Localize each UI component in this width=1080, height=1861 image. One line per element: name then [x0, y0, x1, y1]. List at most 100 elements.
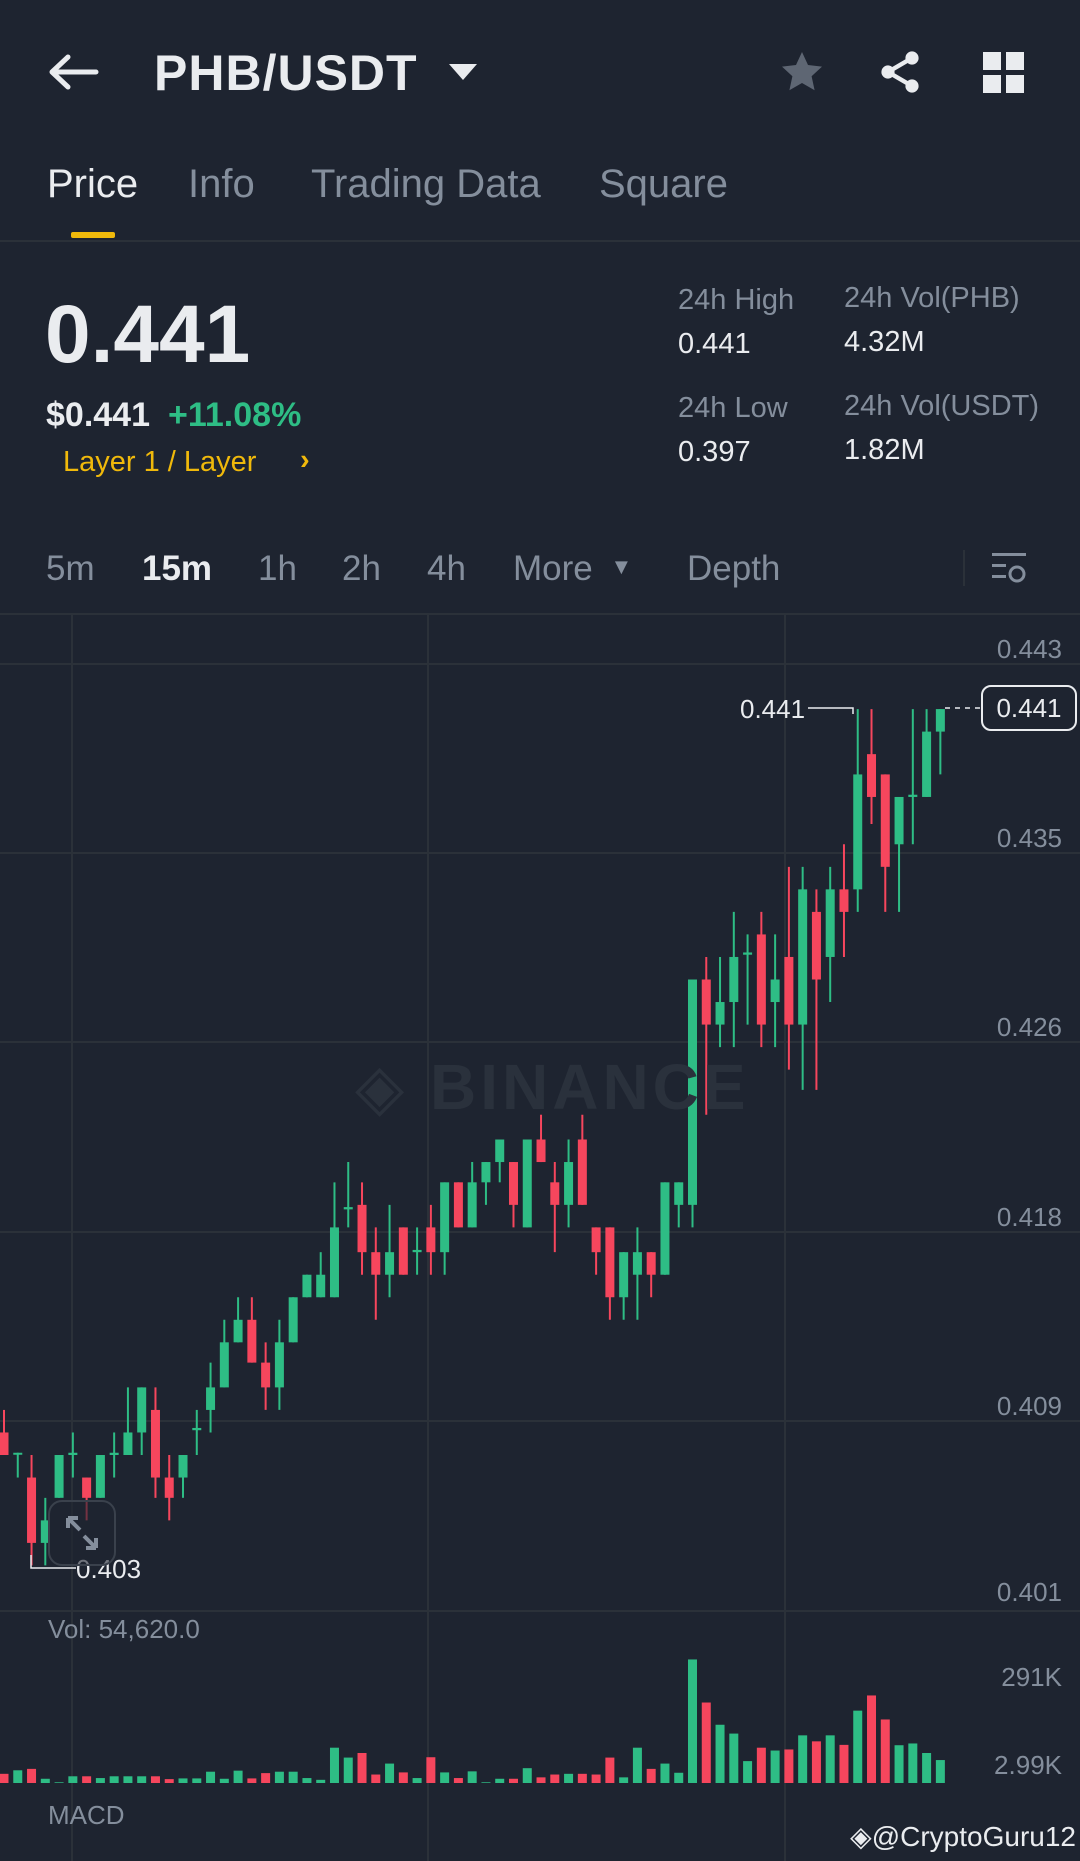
candle-body [82, 1477, 92, 1498]
volume-divider [0, 1610, 1080, 1612]
candle-body [715, 1002, 725, 1025]
volume-bar [68, 1776, 78, 1783]
candle-body [508, 1162, 518, 1205]
volume-bar [343, 1757, 353, 1783]
candle-body [0, 1432, 9, 1456]
candle-body [784, 956, 794, 1025]
volume-bar [688, 1659, 697, 1783]
candle-body [357, 1204, 367, 1253]
candle-body [660, 1182, 670, 1275]
volume-bar [385, 1763, 395, 1783]
y-tick: 0.401 [996, 1577, 1062, 1607]
y-tick: 0.443 [996, 634, 1062, 664]
volume-bar [770, 1750, 780, 1783]
candle-body [426, 1227, 436, 1253]
volume-bar [825, 1735, 835, 1783]
high-marker-label: 0.441 [740, 694, 806, 724]
candle-body [674, 1182, 684, 1205]
volume-bar [674, 1772, 684, 1783]
candle-body [247, 1319, 257, 1363]
volume-bar [756, 1747, 766, 1783]
candle-body [123, 1432, 133, 1456]
candle-body [412, 1249, 422, 1253]
candle-body [233, 1319, 243, 1343]
y-tick: 0.418 [996, 1202, 1062, 1232]
volume-bar [550, 1774, 560, 1783]
volume-bar [701, 1702, 711, 1783]
candle-body [150, 1409, 160, 1478]
volume-bar [743, 1761, 753, 1783]
volume-bar [894, 1745, 904, 1783]
candle-body [701, 979, 711, 1025]
volume-bar [522, 1768, 532, 1783]
candle-body [591, 1227, 601, 1253]
candle-body [770, 979, 780, 1003]
volume-bar [853, 1710, 863, 1783]
volume-bar [577, 1773, 587, 1783]
candle-body [577, 1139, 587, 1205]
candle-body [605, 1227, 615, 1298]
volume-bar [274, 1771, 284, 1783]
volume-bar [426, 1757, 436, 1783]
candle-body [935, 709, 945, 732]
volume-bar [0, 1773, 9, 1783]
volume-bar [729, 1733, 739, 1783]
fullscreen-button[interactable] [48, 1500, 116, 1566]
volume-bar [481, 1782, 491, 1783]
volume-bar [605, 1757, 615, 1783]
volume-bar [453, 1778, 463, 1783]
candle-body [329, 1227, 339, 1298]
candle-body [550, 1182, 560, 1205]
volume-bar [398, 1772, 408, 1783]
volume-bar [150, 1776, 160, 1783]
volume-bar [839, 1744, 849, 1783]
volume-bar [591, 1774, 601, 1783]
volume-bar [867, 1695, 877, 1783]
volume-bar [137, 1776, 147, 1783]
candle-body [385, 1252, 395, 1275]
y-tick: 0.426 [996, 1012, 1062, 1042]
candle-body [839, 889, 849, 912]
volume-bar [192, 1778, 202, 1783]
volume-tick: 2.99K [994, 1750, 1062, 1780]
candle-body [68, 1452, 78, 1456]
candle-body [54, 1455, 64, 1498]
volume-label: Vol: 54,620.0 [48, 1614, 200, 1644]
price-chart[interactable] [0, 0, 1080, 1861]
volume-bar [412, 1778, 422, 1783]
candle-body [178, 1455, 188, 1478]
volume-bar [564, 1773, 574, 1783]
current-price-tag[interactable]: 0.441 [981, 685, 1077, 731]
volume-bar [646, 1768, 656, 1783]
volume-bar [164, 1779, 174, 1783]
volume-bar [316, 1779, 326, 1783]
volume-bar [660, 1763, 670, 1783]
candle-body [495, 1139, 505, 1163]
volume-bar [467, 1771, 477, 1783]
volume-bar [508, 1778, 518, 1783]
volume-bar [123, 1776, 133, 1783]
candle-body [619, 1252, 629, 1298]
candle-body [894, 796, 904, 845]
candle-body [206, 1387, 216, 1410]
candle-body [371, 1252, 381, 1275]
candle-body [95, 1455, 105, 1498]
volume-bar [811, 1741, 821, 1783]
candle-body [137, 1387, 147, 1433]
volume-bar [935, 1760, 945, 1783]
high-marker-line [808, 707, 854, 714]
candle-body [261, 1362, 271, 1388]
volume-bar [536, 1777, 546, 1783]
candle-body [646, 1252, 656, 1275]
candle-body [522, 1139, 532, 1228]
volume-bar [784, 1749, 794, 1783]
candle-body [481, 1162, 491, 1183]
candle-body [398, 1227, 408, 1275]
volume-bar [27, 1768, 37, 1783]
candle-body [302, 1274, 312, 1298]
volume-bar [371, 1774, 381, 1783]
volume-bar [54, 1782, 64, 1783]
candle-body [192, 1427, 202, 1431]
volume-bar [219, 1778, 229, 1783]
candle-body [867, 754, 877, 797]
